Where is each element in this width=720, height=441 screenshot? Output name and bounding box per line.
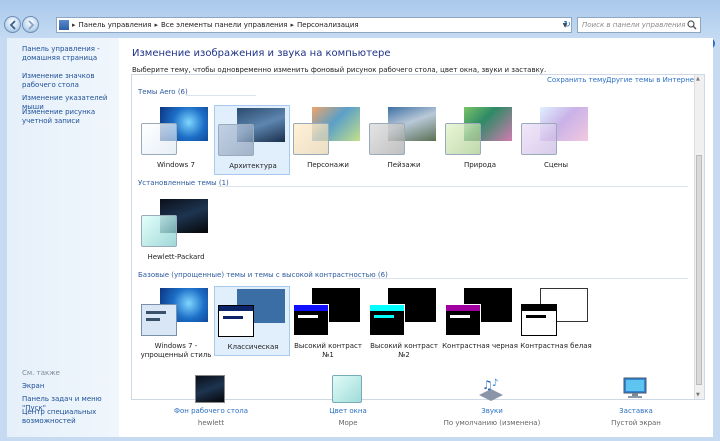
desktop-background-label: Фон рабочего стола [173, 407, 249, 415]
theme-high-contrast-1[interactable]: Высокий контраст №1 [290, 286, 366, 366]
sounds-label: Звуки [481, 407, 503, 415]
scrollbar[interactable]: ▲ ▼ [694, 75, 704, 399]
theme-windows7-basic[interactable]: Windows 7 - упрощенный стиль [138, 286, 214, 366]
window-preview [369, 304, 405, 336]
section-aero: Темы Aero (6) [138, 88, 188, 96]
main-content: Изменение изображения и звука на компьют… [119, 38, 713, 437]
theme-label: Сцены [543, 161, 569, 169]
theme-label: Архитектура [229, 162, 277, 170]
theme-label: Персонажи [307, 161, 349, 169]
theme-label: Контрастная белая [520, 342, 592, 350]
window-preview [141, 304, 177, 336]
scroll-up-icon[interactable]: ▲ [696, 76, 700, 82]
address-bar[interactable]: ▸ Панель управления ▸ Все элементы панел… [56, 17, 572, 33]
window-color-icon [332, 375, 362, 403]
theme-windows7[interactable]: Windows 7 [138, 105, 214, 175]
online-themes-link[interactable]: Другие темы в Интернете [606, 76, 703, 84]
window-glass-preview [141, 215, 177, 247]
window-preview [521, 304, 557, 336]
sidebar-link-accessibility[interactable]: Центр специальных возможностей [22, 408, 122, 426]
sidebar: Панель управления - домашняя страница Из… [7, 38, 119, 437]
search-icon[interactable] [687, 20, 697, 30]
window-glass-preview [369, 123, 405, 155]
theme-label: Пейзажи [387, 161, 421, 169]
window-preview [218, 305, 254, 337]
sounds-icon: ♫ ♪ [479, 378, 503, 401]
back-arrow-icon [9, 20, 16, 30]
back-button[interactable] [4, 16, 21, 33]
theme-hewlett-packard[interactable]: Hewlett-Packard [138, 197, 214, 267]
window-glass-preview [293, 123, 329, 155]
search-placeholder: Поиск в панели управления [582, 21, 686, 29]
window: ▸ Панель управления ▸ Все элементы панел… [0, 0, 720, 441]
breadcrumb-control-panel[interactable]: Панель управления [79, 21, 152, 29]
window-glass-preview [521, 123, 557, 155]
desktop-background-value: hewlett [197, 419, 225, 427]
page-description: Выберите тему, чтобы одновременно измени… [132, 66, 547, 74]
theme-characters[interactable]: Персонажи [290, 105, 366, 175]
see-also-heading: См. также [22, 369, 60, 377]
screensaver-value: Пустой экран [611, 419, 661, 427]
window-glass-preview [218, 124, 254, 156]
theme-classic[interactable]: Классическая [214, 286, 290, 356]
search-input[interactable]: Поиск в панели управления [577, 17, 701, 33]
theme-high-contrast-black[interactable]: Контрастная черная [442, 286, 518, 356]
sidebar-link-account-picture[interactable]: Изменение рисунка учетной записи [22, 108, 122, 126]
theme-high-contrast-white[interactable]: Контрастная белая [518, 286, 594, 356]
divider [186, 95, 256, 96]
theme-landscapes[interactable]: Пейзажи [366, 105, 442, 175]
screensaver-icon [623, 377, 647, 398]
theme-label: Контрастная черная [442, 342, 518, 350]
desktop-background-icon [195, 375, 225, 403]
theme-label: Классическая [227, 343, 279, 351]
section-installed: Установленные темы (1) [138, 179, 229, 187]
sounds-value: По умолчанию (изменена) [443, 419, 541, 427]
window-preview [293, 304, 329, 336]
window-glass-preview [445, 123, 481, 155]
window-color-value: Море [338, 419, 358, 427]
toolbar: ▸ Панель управления ▸ Все элементы панел… [0, 12, 720, 38]
theme-label: Высокий контраст №2 [370, 342, 438, 359]
theme-label: Природа [463, 161, 497, 169]
theme-list: Сохранить тему Другие темы в Интернете Т… [131, 74, 705, 400]
sidebar-link-display[interactable]: Экран [22, 382, 122, 391]
save-theme-link[interactable]: Сохранить тему [547, 76, 606, 84]
divider [218, 186, 688, 187]
theme-label: Hewlett-Packard [147, 253, 205, 261]
forward-arrow-icon [28, 20, 35, 30]
scroll-down-icon[interactable]: ▼ [696, 392, 700, 398]
sidebar-link-home[interactable]: Панель управления - домашняя страница [22, 45, 122, 63]
divider [348, 278, 688, 279]
forward-button[interactable] [22, 16, 39, 33]
screensaver-label: Заставка [619, 407, 653, 415]
chevron-right-icon[interactable]: ▸ [288, 21, 298, 29]
window-preview [445, 304, 481, 336]
theme-high-contrast-2[interactable]: Высокий контраст №2 [366, 286, 442, 366]
theme-nature[interactable]: Природа [442, 105, 518, 175]
chevron-right-icon[interactable]: ▸ [69, 21, 79, 29]
theme-label: Высокий контраст №1 [294, 342, 362, 359]
page-title: Изменение изображения и звука на компьют… [132, 48, 391, 59]
theme-label: Windows 7 - упрощенный стиль [140, 342, 212, 359]
refresh-icon[interactable]: ↻ [560, 17, 574, 33]
window-glass-preview [141, 123, 177, 155]
svg-text:♪: ♪ [492, 378, 498, 389]
breadcrumb-all-items[interactable]: Все элементы панели управления [161, 21, 288, 29]
theme-label: Windows 7 [157, 161, 195, 169]
sidebar-link-desktop-icons[interactable]: Изменение значков рабочего стола [22, 72, 122, 90]
control-panel-icon [59, 20, 69, 30]
theme-architecture[interactable]: Архитектура [214, 105, 290, 175]
chevron-right-icon[interactable]: ▸ [151, 21, 161, 29]
window-color-label: Цвет окна [329, 407, 367, 415]
theme-scenes[interactable]: Сцены [518, 105, 594, 175]
breadcrumb-personalization[interactable]: Персонализация [297, 21, 359, 29]
scroll-thumb[interactable] [696, 155, 702, 385]
